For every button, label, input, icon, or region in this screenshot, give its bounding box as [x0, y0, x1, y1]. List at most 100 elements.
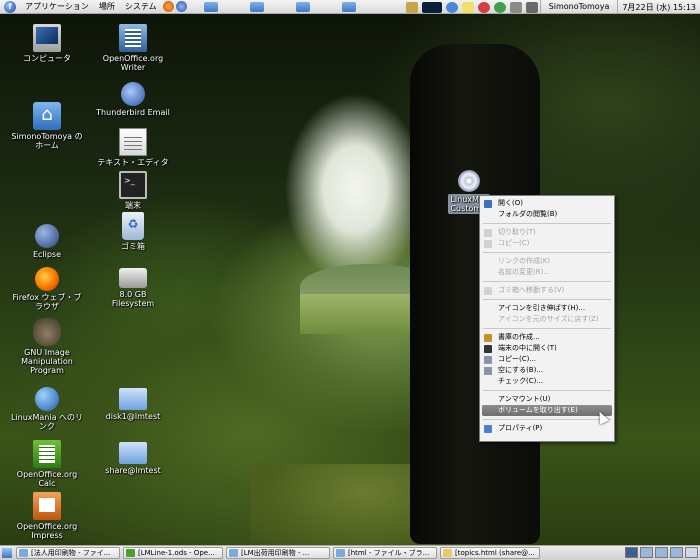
desktop-icon-oo-impress[interactable]: OpenOffice.org Impress — [7, 492, 87, 540]
context-menu-item[interactable]: フォルダの閲覧(B) — [480, 209, 614, 220]
context-menu-item-label: コピー(C)... — [498, 355, 537, 363]
update-icon[interactable] — [477, 1, 490, 13]
desktop-icon-gimp[interactable]: GNU Image Manipulation Program — [7, 318, 87, 375]
workspace-4[interactable] — [670, 547, 683, 558]
folder-launcher-icon[interactable] — [295, 1, 310, 12]
workspace-3[interactable] — [655, 547, 668, 558]
firefox-launcher-icon[interactable] — [162, 1, 174, 12]
desktop-icon-text-editor[interactable]: テキスト・エディタ — [93, 128, 173, 167]
menu-separator — [483, 299, 611, 300]
help-icon[interactable] — [445, 1, 458, 13]
context-menu-item-label: アイコンを引き伸ばす(H)... — [498, 304, 586, 312]
taskbar-window-button[interactable]: [topics.html (share@... — [440, 547, 540, 559]
folder-launcher-icon[interactable] — [249, 1, 264, 12]
context-menu-item[interactable]: アンマウント(U) — [480, 394, 614, 405]
taskbar-window-title: [topics.html (share@... — [455, 549, 535, 557]
context-menu-item[interactable]: 端末の中に開く(T) — [480, 343, 614, 354]
monitor-icon — [33, 24, 61, 52]
user-name[interactable]: SimonoTomoya — [539, 0, 619, 14]
folder-icon — [119, 388, 147, 410]
desktop-icon-label: SimonoTomoya の ホーム — [11, 132, 83, 150]
context-menu-item[interactable]: アイコンを引き伸ばす(H)... — [480, 303, 614, 314]
folder-launcher-icon[interactable] — [203, 1, 218, 12]
desktop-icon-thunderbird[interactable]: Thunderbird Email — [93, 82, 173, 117]
folder-icon — [119, 442, 147, 464]
menu-separator — [483, 419, 611, 420]
network-icon[interactable] — [405, 1, 418, 13]
menu-applications[interactable]: アプリケーション — [20, 1, 94, 12]
context-menu-item[interactable]: プロパティ(P) — [480, 423, 614, 434]
terminal-icon — [484, 345, 492, 353]
menu-separator — [483, 328, 611, 329]
desktop-icon-label: Thunderbird Email — [96, 108, 170, 117]
context-menu-item: 名前の変更(R)... — [480, 267, 614, 278]
show-desktop-icon[interactable] — [2, 548, 12, 558]
bottom-panel: [法人用印刷物 - ファイ... [LMLine-1.ods - Ope... … — [0, 545, 700, 560]
sync-icon[interactable] — [493, 1, 506, 13]
taskbar-window-button[interactable]: [LM出荷用印刷物 - ... — [226, 547, 330, 559]
desktop-icon-oo-calc[interactable]: OpenOffice.org Calc — [7, 440, 87, 488]
globe-icon — [35, 387, 59, 411]
notes-icon[interactable] — [461, 1, 474, 13]
context-menu-item-label: チェック(C)... — [498, 377, 544, 385]
drive-icon — [119, 268, 147, 288]
context-menu-item-label: 切り取り(T) — [498, 228, 536, 236]
context-menu-item[interactable]: ボリュームを取り出す(E) — [482, 405, 612, 416]
clock[interactable]: 7月22日 (水) 15:13 — [618, 2, 700, 13]
menu-separator — [483, 281, 611, 282]
archive-icon — [484, 334, 492, 342]
desktop-icon-filesystem[interactable]: 8.0 GB Filesystem — [93, 262, 173, 308]
desktop-icon-eclipse[interactable]: Eclipse — [7, 224, 87, 259]
context-menu-item: コピー(C) — [480, 238, 614, 249]
folder-launcher-icon[interactable] — [341, 1, 356, 12]
context-menu-item-label: 名前の変更(R)... — [498, 268, 551, 276]
printer-icon[interactable] — [509, 1, 522, 13]
fedora-logo-icon[interactable]: f — [4, 0, 16, 13]
desktop-icon-home[interactable]: SimonoTomoya の ホーム — [7, 102, 87, 150]
context-menu-item[interactable]: チェック(C)... — [480, 376, 614, 387]
context-menu-item: 切り取り(T) — [480, 227, 614, 238]
firefox-icon — [35, 267, 59, 291]
thunderbird-icon — [121, 82, 145, 106]
terminal-icon — [119, 171, 147, 199]
open-icon — [484, 200, 492, 208]
menu-places[interactable]: 場所 — [94, 1, 120, 12]
desktop-icon-firefox[interactable]: Firefox ウェブ・ブ ラウザ — [7, 267, 87, 311]
taskbar-window-button[interactable]: [html - ファイル・ブラ... — [333, 547, 437, 559]
file-manager-icon — [336, 549, 345, 557]
menu-system[interactable]: システム — [120, 1, 162, 12]
file-manager-icon — [19, 549, 28, 557]
workspace-2[interactable] — [640, 547, 653, 558]
context-menu-item[interactable]: 開く(O) — [480, 198, 614, 209]
desktop-icon-linuxmania-link[interactable]: LinuxMania へのリ ンク — [7, 387, 87, 431]
eclipse-icon — [35, 224, 59, 248]
context-menu-item: ゴミ箱へ移動する(V) — [480, 285, 614, 296]
desktop-icon-oo-writer[interactable]: OpenOffice.org Writer — [93, 24, 173, 72]
system-monitor-icon[interactable] — [421, 1, 442, 13]
home-folder-icon — [33, 102, 61, 130]
desktop-icon-share[interactable]: share@lmtest — [93, 438, 173, 475]
taskbar-window-button[interactable]: [LMLine-1.ods - Ope... — [123, 547, 223, 559]
desktop-icon-disk1[interactable]: disk1@lmtest — [93, 384, 173, 421]
desktop-icon-label: コンピュータ — [23, 54, 71, 63]
context-menu-item-label: ボリュームを取り出す(E) — [498, 406, 578, 414]
context-menu-item[interactable]: 書庫の作成... — [480, 332, 614, 343]
spreadsheet-icon — [126, 549, 135, 557]
volume-icon[interactable] — [525, 1, 538, 13]
taskbar-window-title: [html - ファイル・ブラ... — [348, 549, 430, 557]
menu-separator — [483, 252, 611, 253]
context-menu-item[interactable]: コピー(C)... — [480, 354, 614, 365]
desktop-icon-terminal[interactable]: 端末 — [93, 171, 173, 210]
taskbar-window-button[interactable]: [法人用印刷物 - ファイ... — [16, 547, 120, 559]
desktop-icon-label: LinuxMania へのリ ンク — [10, 413, 84, 431]
thunderbird-launcher-icon[interactable] — [175, 1, 187, 12]
context-menu-item-label: プロパティ(P) — [498, 424, 543, 432]
workspace-1[interactable] — [625, 547, 638, 558]
desktop-icon-trash[interactable]: ゴミ箱 — [93, 212, 173, 251]
trash-applet-icon[interactable] — [685, 547, 698, 558]
context-menu-item-label: アンマウント(U) — [498, 395, 551, 403]
context-menu-item[interactable]: 空にする(B)... — [480, 365, 614, 376]
desktop-icon-label: disk1@lmtest — [105, 412, 161, 421]
context-menu-item: リンクの作成(K) — [480, 256, 614, 267]
desktop-icon-computer[interactable]: コンピュータ — [7, 24, 87, 63]
